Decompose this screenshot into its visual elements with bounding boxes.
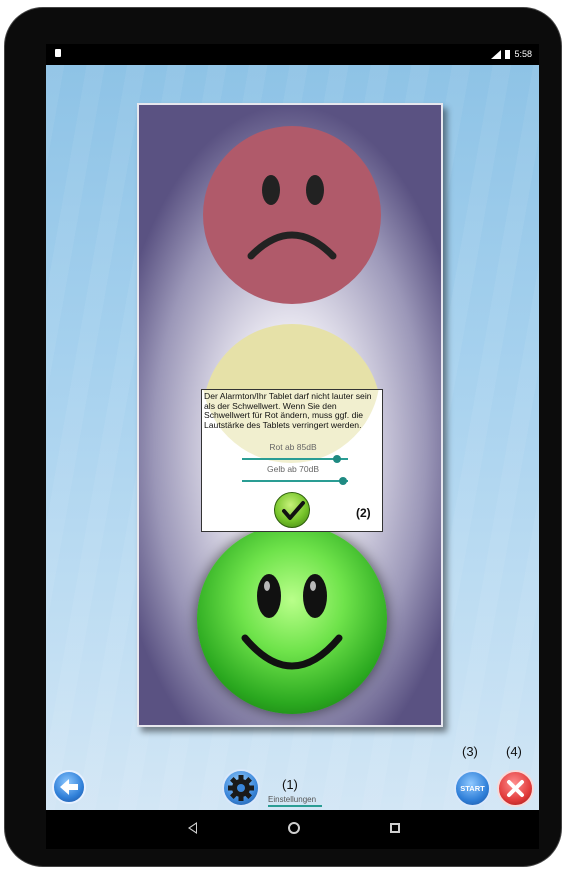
nav-recents-icon[interactable] [390,823,400,833]
checkmark-icon [282,501,305,520]
android-nav-bar [46,810,539,849]
status-bar: 5:58 [46,44,539,65]
red-threshold-label: Rot ab 85dB [269,442,317,452]
yellow-slider-thumb[interactable] [338,477,347,485]
yellow-threshold-label: Gelb ab 70dB [267,464,319,474]
threshold-dialog: Der Alarmton/Ihr Tablet darf nicht laute… [201,389,383,532]
nav-back-icon[interactable] [188,822,197,834]
dialog-message: Der Alarmton/Ihr Tablet darf nicht laute… [204,391,372,430]
close-x-icon [507,780,524,797]
status-time: 5:58 [514,49,532,59]
yellow-threshold-slider[interactable] [242,477,348,485]
tablet-frame: 5:58 Der Alarmton/Ihr Tablet darf nicht … [5,8,561,866]
close-button[interactable] [497,770,534,807]
gear-icon [228,775,254,801]
close-marker: (4) [506,744,522,759]
back-arrow-icon [60,779,78,795]
settings-button[interactable] [222,769,260,807]
notification-icon [55,49,61,57]
start-button[interactable]: START [454,770,491,807]
confirm-button[interactable] [274,492,310,528]
settings-tab-label[interactable]: Einstellungen [268,795,316,804]
happy-face-icon [197,524,387,714]
app-area: Der Alarmton/Ihr Tablet darf nicht laute… [46,65,539,810]
nav-home-icon[interactable] [288,822,300,834]
bottom-toolbar: (1) Einstellungen (3) START (4) [46,744,539,810]
back-button[interactable] [52,770,86,804]
start-button-label: START [460,784,485,793]
dialog-marker: (2) [356,506,371,520]
red-threshold-slider[interactable] [242,455,348,463]
settings-marker: (1) [282,777,298,792]
start-marker: (3) [462,744,478,759]
battery-icon [505,49,511,59]
settings-tab-underline [268,805,322,807]
screen: 5:58 Der Alarmton/Ihr Tablet darf nicht … [46,44,539,849]
signal-icon [491,49,502,59]
sad-face-icon [203,126,381,304]
